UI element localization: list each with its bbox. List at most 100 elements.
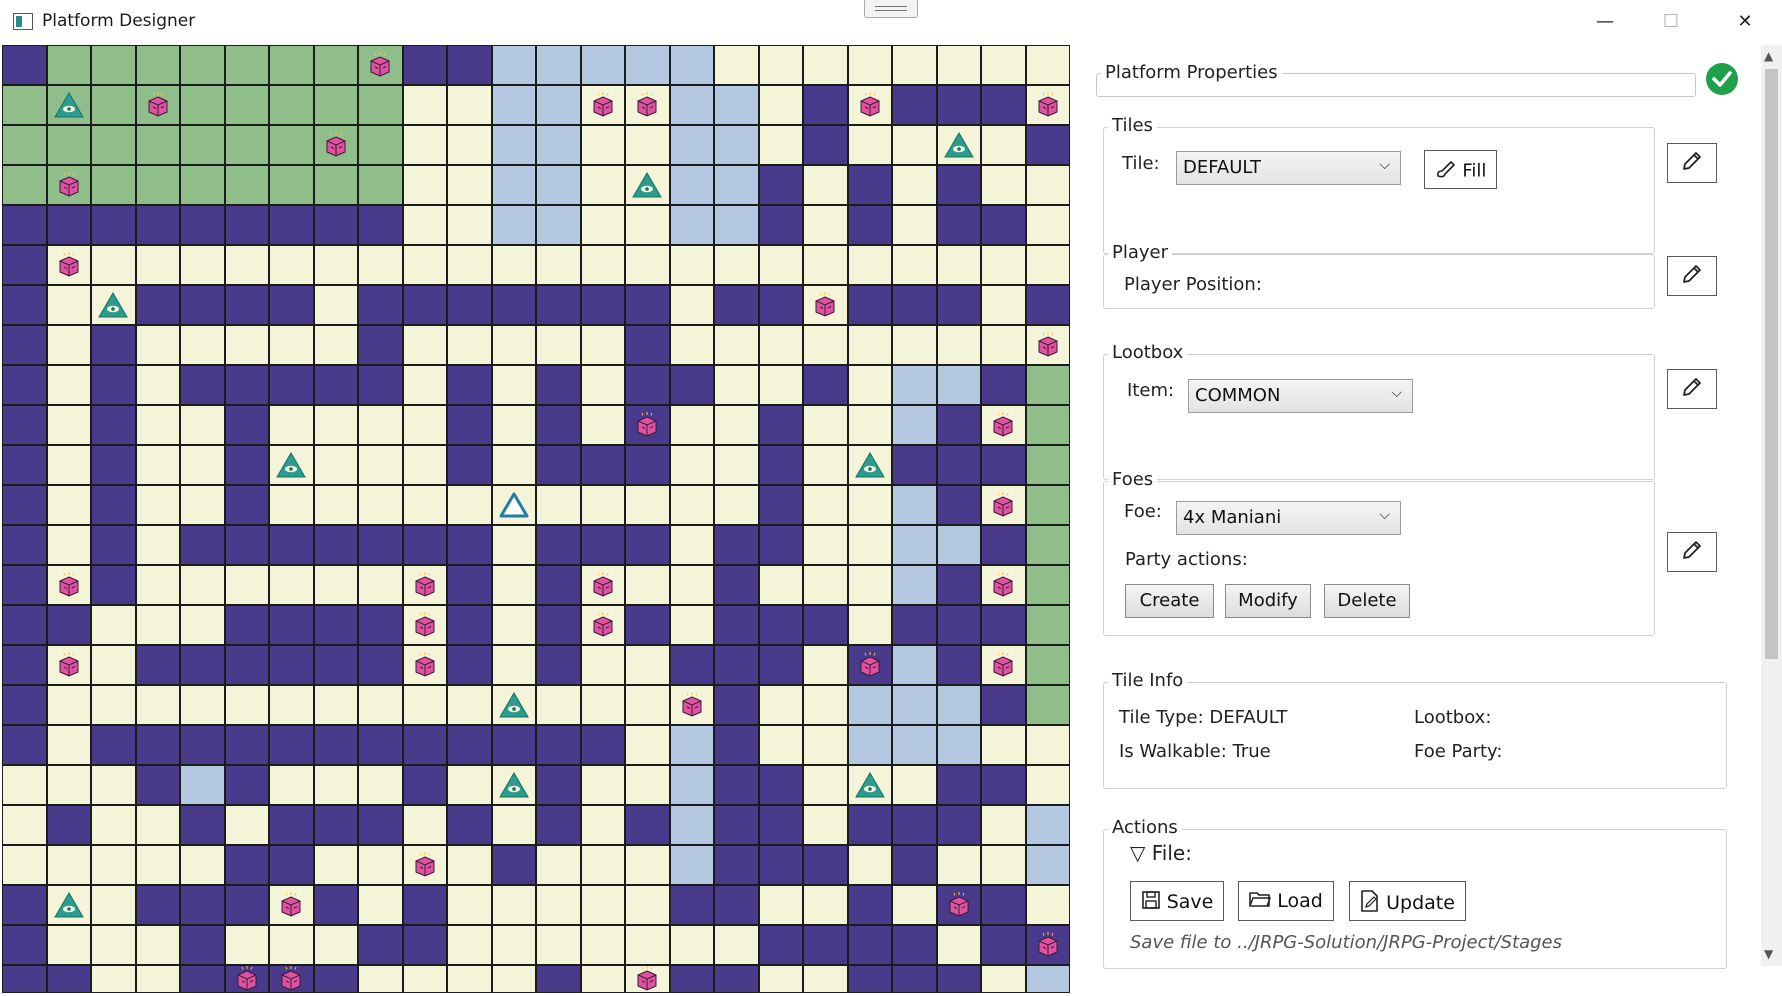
dark-tile[interactable] xyxy=(91,205,136,245)
dark-tile[interactable] xyxy=(313,885,358,925)
floor-tile[interactable] xyxy=(803,725,848,765)
floor-tile[interactable] xyxy=(491,805,536,845)
grass-tile[interactable] xyxy=(135,45,180,85)
dark-tile[interactable] xyxy=(313,605,358,645)
floor-tile[interactable] xyxy=(580,645,625,685)
water-tile[interactable] xyxy=(491,165,536,205)
floor-tile[interactable] xyxy=(847,605,892,645)
floor-tile[interactable] xyxy=(981,285,1026,325)
grass-tile[interactable] xyxy=(358,125,403,165)
water-tile[interactable] xyxy=(892,685,937,725)
floor-tile[interactable] xyxy=(981,405,1026,445)
floor-tile[interactable] xyxy=(981,485,1026,525)
dark-tile[interactable] xyxy=(447,405,492,445)
floor-tile[interactable] xyxy=(847,365,892,405)
floor-tile[interactable] xyxy=(91,245,136,285)
floor-tile[interactable] xyxy=(580,885,625,925)
water-tile[interactable] xyxy=(536,165,581,205)
dark-tile[interactable] xyxy=(224,725,269,765)
floor-tile[interactable] xyxy=(892,165,937,205)
floor-tile[interactable] xyxy=(491,685,536,725)
drag-handle[interactable] xyxy=(864,0,918,18)
floor-tile[interactable] xyxy=(491,245,536,285)
floor-tile[interactable] xyxy=(669,925,714,965)
floor-tile[interactable] xyxy=(224,245,269,285)
dark-tile[interactable] xyxy=(2,325,47,365)
dark-tile[interactable] xyxy=(936,885,981,925)
floor-tile[interactable] xyxy=(847,405,892,445)
floor-tile[interactable] xyxy=(91,885,136,925)
floor-tile[interactable] xyxy=(625,725,670,765)
dark-tile[interactable] xyxy=(936,445,981,485)
floor-tile[interactable] xyxy=(803,445,848,485)
floor-tile[interactable] xyxy=(491,965,536,993)
dark-tile[interactable] xyxy=(936,645,981,685)
floor-tile[interactable] xyxy=(758,125,803,165)
dark-tile[interactable] xyxy=(1025,925,1070,965)
dark-tile[interactable] xyxy=(758,645,803,685)
floor-tile[interactable] xyxy=(91,685,136,725)
floor-tile[interactable] xyxy=(536,245,581,285)
floor-tile[interactable] xyxy=(580,205,625,245)
dark-tile[interactable] xyxy=(625,445,670,485)
grass-tile[interactable] xyxy=(269,45,314,85)
floor-tile[interactable] xyxy=(936,125,981,165)
dark-tile[interactable] xyxy=(269,845,314,885)
floor-tile[interactable] xyxy=(447,925,492,965)
floor-tile[interactable] xyxy=(936,925,981,965)
dark-tile[interactable] xyxy=(224,205,269,245)
floor-tile[interactable] xyxy=(224,805,269,845)
dark-tile[interactable] xyxy=(402,525,447,565)
floor-tile[interactable] xyxy=(46,525,91,565)
dark-tile[interactable] xyxy=(135,205,180,245)
floor-tile[interactable] xyxy=(269,765,314,805)
floor-tile[interactable] xyxy=(358,565,403,605)
dark-tile[interactable] xyxy=(580,445,625,485)
dark-tile[interactable] xyxy=(758,525,803,565)
floor-tile[interactable] xyxy=(91,285,136,325)
floor-tile[interactable] xyxy=(91,605,136,645)
platform-map-grid[interactable] xyxy=(2,45,1070,993)
floor-tile[interactable] xyxy=(714,405,759,445)
floor-tile[interactable] xyxy=(669,285,714,325)
dark-tile[interactable] xyxy=(2,965,47,993)
floor-tile[interactable] xyxy=(269,925,314,965)
grass-tile[interactable] xyxy=(1025,365,1070,405)
dark-tile[interactable] xyxy=(313,965,358,993)
grass-tile[interactable] xyxy=(269,85,314,125)
dark-tile[interactable] xyxy=(936,805,981,845)
dark-tile[interactable] xyxy=(358,605,403,645)
floor-tile[interactable] xyxy=(269,685,314,725)
floor-tile[interactable] xyxy=(224,685,269,725)
floor-tile[interactable] xyxy=(402,565,447,605)
floor-tile[interactable] xyxy=(625,685,670,725)
dark-tile[interactable] xyxy=(447,565,492,605)
dark-tile[interactable] xyxy=(269,205,314,245)
floor-tile[interactable] xyxy=(936,325,981,365)
floor-tile[interactable] xyxy=(847,45,892,85)
dark-tile[interactable] xyxy=(625,365,670,405)
floor-tile[interactable] xyxy=(936,845,981,885)
dark-tile[interactable] xyxy=(536,805,581,845)
floor-tile[interactable] xyxy=(269,445,314,485)
fill-button[interactable]: Fill xyxy=(1424,150,1497,189)
dark-tile[interactable] xyxy=(758,205,803,245)
dark-tile[interactable] xyxy=(402,45,447,85)
floor-tile[interactable] xyxy=(847,485,892,525)
water-tile[interactable] xyxy=(892,485,937,525)
dark-tile[interactable] xyxy=(669,885,714,925)
dark-tile[interactable] xyxy=(2,565,47,605)
floor-tile[interactable] xyxy=(91,645,136,685)
dark-tile[interactable] xyxy=(2,365,47,405)
dark-tile[interactable] xyxy=(936,165,981,205)
grass-tile[interactable] xyxy=(91,45,136,85)
floor-tile[interactable] xyxy=(402,805,447,845)
floor-tile[interactable] xyxy=(135,805,180,845)
grass-tile[interactable] xyxy=(313,45,358,85)
edit-lootbox-button[interactable] xyxy=(1667,369,1717,409)
floor-tile[interactable] xyxy=(135,565,180,605)
floor-tile[interactable] xyxy=(402,365,447,405)
grass-tile[interactable] xyxy=(46,125,91,165)
dark-tile[interactable] xyxy=(536,365,581,405)
water-tile[interactable] xyxy=(536,45,581,85)
